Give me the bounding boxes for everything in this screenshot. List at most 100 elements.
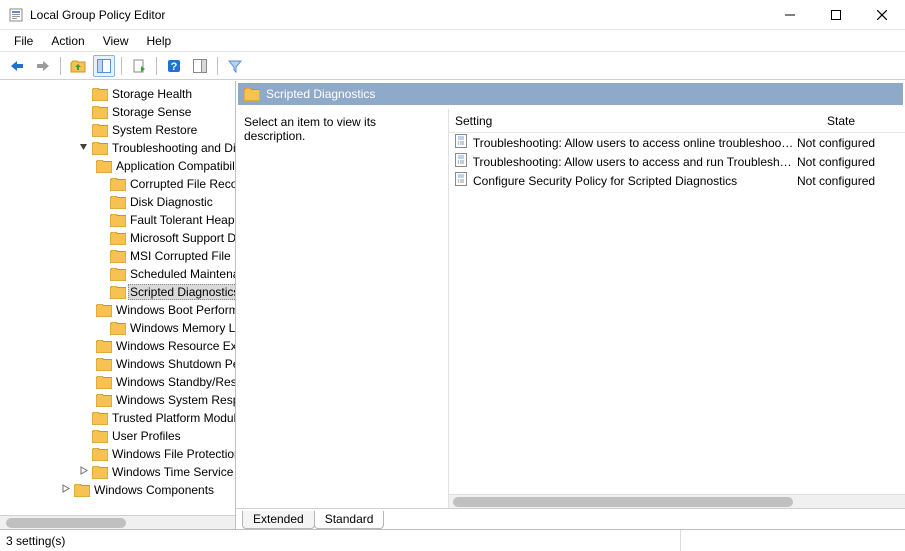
tree-item[interactable]: Corrupted File Recovery bbox=[0, 175, 235, 193]
tab-standard[interactable]: Standard bbox=[314, 511, 385, 529]
folder-icon bbox=[110, 230, 126, 246]
setting-row[interactable]: Troubleshooting: Allow users to access o… bbox=[449, 133, 905, 152]
main-area: Storage Health Storage Sense System Restor… bbox=[0, 80, 905, 529]
filter-button[interactable] bbox=[224, 55, 246, 77]
menu-help[interactable]: Help bbox=[139, 32, 180, 50]
chevron-down-icon[interactable] bbox=[76, 142, 90, 154]
tree-item-label: Storage Health bbox=[110, 87, 194, 101]
chevron-right-icon[interactable] bbox=[58, 484, 72, 496]
tree-horizontal-scrollbar[interactable] bbox=[0, 515, 235, 529]
folder-icon bbox=[92, 446, 108, 462]
toolbar-separator bbox=[156, 57, 157, 75]
status-bar: 3 setting(s) bbox=[0, 529, 905, 551]
tree-item-label: System Restore bbox=[110, 123, 199, 137]
tree-item-label: Windows Memory Leak Diagnosis bbox=[128, 321, 235, 335]
tree-item[interactable]: Windows Components bbox=[0, 481, 235, 499]
setting-cell: Troubleshooting: Allow users to access a… bbox=[449, 152, 795, 171]
content-header: Scripted Diagnostics bbox=[238, 83, 903, 105]
tree-item-label: Windows System Responsiveness Performanc… bbox=[114, 393, 235, 407]
policy-icon bbox=[453, 171, 469, 190]
folder-icon bbox=[92, 122, 108, 138]
folder-icon bbox=[110, 176, 126, 192]
tree-item-label: Fault Tolerant Heap bbox=[128, 213, 235, 227]
tree-item[interactable]: User Profiles bbox=[0, 427, 235, 445]
tree-item-label: Scripted Diagnostics bbox=[128, 284, 235, 300]
tree-item[interactable]: Storage Sense bbox=[0, 103, 235, 121]
tree-item-label: Corrupted File Recovery bbox=[128, 177, 235, 191]
tree-item[interactable]: Windows Memory Leak Diagnosis bbox=[0, 319, 235, 337]
tree-item[interactable]: Scripted Diagnostics bbox=[0, 283, 235, 301]
column-headers[interactable]: Setting State bbox=[449, 109, 905, 133]
column-setting[interactable]: Setting bbox=[449, 114, 795, 128]
description-pane: Select an item to view its description. bbox=[236, 109, 448, 508]
tree-item[interactable]: Windows Boot Performance Diagnostics bbox=[0, 301, 235, 319]
tree-item[interactable]: Troubleshooting and Diagnostics bbox=[0, 139, 235, 157]
folder-icon bbox=[110, 266, 126, 282]
svg-text:?: ? bbox=[171, 61, 178, 73]
menu-action[interactable]: Action bbox=[43, 32, 92, 50]
setting-state: Not configured bbox=[795, 136, 887, 150]
tree-item[interactable]: Fault Tolerant Heap bbox=[0, 211, 235, 229]
settings-rows: Troubleshooting: Allow users to access o… bbox=[449, 133, 905, 494]
chevron-right-icon[interactable] bbox=[76, 466, 90, 478]
up-button[interactable] bbox=[67, 55, 89, 77]
tree-item[interactable]: Windows Time Service bbox=[0, 463, 235, 481]
menu-view[interactable]: View bbox=[95, 32, 137, 50]
menu-file[interactable]: File bbox=[6, 32, 41, 50]
folder-icon bbox=[96, 158, 112, 174]
forward-button[interactable] bbox=[32, 55, 54, 77]
export-list-button[interactable] bbox=[128, 55, 150, 77]
close-button[interactable] bbox=[859, 0, 905, 30]
tree-item[interactable]: MSI Corrupted File Recovery bbox=[0, 247, 235, 265]
list-horizontal-scrollbar[interactable] bbox=[449, 494, 905, 508]
tree-item[interactable]: System Restore bbox=[0, 121, 235, 139]
tree-item-label: Windows Components bbox=[92, 483, 216, 497]
back-button[interactable] bbox=[6, 55, 28, 77]
folder-icon bbox=[96, 392, 112, 408]
toggle-tree-button[interactable] bbox=[93, 55, 115, 77]
help-button[interactable]: ? bbox=[163, 55, 185, 77]
toggle-action-pane-button[interactable] bbox=[189, 55, 211, 77]
tree-item[interactable]: Disk Diagnostic bbox=[0, 193, 235, 211]
description-prompt: Select an item to view its description. bbox=[244, 115, 376, 143]
tree-item[interactable]: Storage Health bbox=[0, 85, 235, 103]
folder-icon bbox=[96, 338, 112, 354]
tree-item[interactable]: Application Compatibility Diagnostics bbox=[0, 157, 235, 175]
app-icon bbox=[8, 7, 24, 23]
maximize-button[interactable] bbox=[813, 0, 859, 30]
tree-item[interactable]: Trusted Platform Module Services bbox=[0, 409, 235, 427]
scrollbar-thumb[interactable] bbox=[6, 518, 126, 528]
scrollbar-thumb[interactable] bbox=[453, 497, 793, 507]
tree-item[interactable]: Windows File Protection bbox=[0, 445, 235, 463]
folder-icon bbox=[92, 410, 108, 426]
tree-item[interactable]: Windows System Responsiveness Performanc… bbox=[0, 391, 235, 409]
folder-icon bbox=[92, 464, 108, 480]
console-tree[interactable]: Storage Health Storage Sense System Restor… bbox=[0, 81, 235, 515]
toolbar-separator bbox=[217, 57, 218, 75]
folder-icon bbox=[96, 356, 112, 372]
tree-item-label: Windows Resource Exhaustion Detection an… bbox=[114, 339, 235, 353]
tree-item-label: Troubleshooting and Diagnostics bbox=[110, 141, 235, 155]
tree-item-label: Trusted Platform Module Services bbox=[110, 411, 235, 425]
setting-row[interactable]: Configure Security Policy for Scripted D… bbox=[449, 171, 905, 190]
folder-icon bbox=[92, 428, 108, 444]
tab-extended[interactable]: Extended bbox=[242, 511, 315, 529]
minimize-button[interactable] bbox=[767, 0, 813, 30]
tree-item-label: Disk Diagnostic bbox=[128, 195, 215, 209]
folder-icon bbox=[92, 140, 108, 156]
tree-item[interactable]: Windows Resource Exhaustion Detection an… bbox=[0, 337, 235, 355]
folder-icon bbox=[96, 302, 112, 318]
content-header-title: Scripted Diagnostics bbox=[266, 87, 375, 101]
tree-item[interactable]: Scheduled Maintenance bbox=[0, 265, 235, 283]
menu-bar: File Action View Help bbox=[0, 30, 905, 52]
statusbar-divider bbox=[680, 530, 681, 551]
column-state[interactable]: State bbox=[795, 114, 887, 128]
setting-cell: Troubleshooting: Allow users to access o… bbox=[449, 133, 795, 152]
folder-icon bbox=[244, 88, 260, 101]
tree-item[interactable]: Microsoft Support Diagnostic Tool bbox=[0, 229, 235, 247]
tree-item[interactable]: Windows Shutdown Performance Diagnostics bbox=[0, 355, 235, 373]
tree-item-label: Windows Boot Performance Diagnostics bbox=[114, 303, 235, 317]
setting-row[interactable]: Troubleshooting: Allow users to access a… bbox=[449, 152, 905, 171]
tree-item-label: Application Compatibility Diagnostics bbox=[114, 159, 235, 173]
tree-item[interactable]: Windows Standby/Resume Performance Diagn… bbox=[0, 373, 235, 391]
